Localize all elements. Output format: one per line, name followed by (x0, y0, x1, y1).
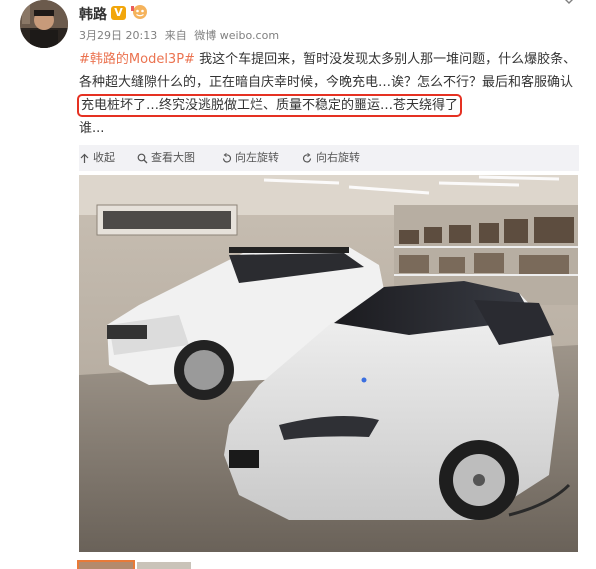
member-level-icon (131, 5, 147, 19)
chevron-down-icon[interactable] (562, 0, 576, 8)
view-large-label: 查看大图 (151, 151, 195, 164)
magnify-icon (137, 153, 148, 163)
rotate-left-icon (222, 152, 232, 162)
post-meta: 3月29日 20:13 来自 微博 weibo.com (79, 27, 283, 43)
hashtag-link[interactable]: #韩路的Model3P# (79, 52, 195, 67)
collapse-icon (80, 153, 89, 163)
view-large-button[interactable]: 查看大图 (137, 145, 195, 171)
post-text: #韩路的Model3P# 我这个车提回来，暂时没发现太多别人那一堆问题，什么爆胶… (76, 48, 579, 140)
thumbnail-strip (77, 560, 579, 569)
thumbnail-2[interactable] (137, 562, 191, 569)
post-text-tail: 谁... (79, 121, 105, 136)
collapse-button[interactable]: 收起 (79, 145, 115, 171)
rotate-right-label: 向右旋转 (316, 151, 360, 164)
thumbnail-1[interactable] (77, 560, 135, 569)
rotate-right-button[interactable]: 向右旋转 (302, 145, 360, 171)
highlighted-text: 充电桩坏了…终究没逃脱做工烂、质量不稳定的噩运…苍天绕得了 (76, 94, 463, 117)
avatar[interactable] (20, 0, 68, 48)
post-photo[interactable] (79, 175, 578, 552)
post-source[interactable]: 微博 weibo.com (194, 29, 279, 42)
user-name[interactable]: 韩路 (79, 4, 107, 24)
source-prefix: 来自 (164, 29, 187, 42)
image-toolbar: 收起 查看大图 向左旋转 向右旋转 (79, 145, 579, 171)
collapse-label: 收起 (93, 151, 115, 164)
rotate-left-label: 向左旋转 (235, 151, 279, 164)
post-time[interactable]: 3月29日 20:13 (79, 29, 157, 42)
rotate-right-icon (302, 152, 312, 162)
rotate-left-button[interactable]: 向左旋转 (221, 145, 279, 171)
verified-badge-icon: V (111, 6, 126, 20)
